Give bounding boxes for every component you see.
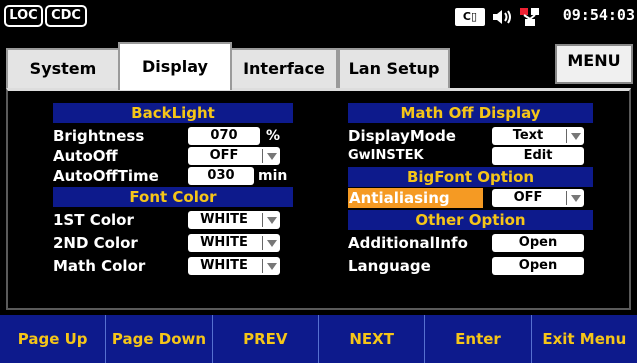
status-bar: LOC CDC C▯ 09:54:03 [0,0,637,38]
antialiasing-value: OFF [513,190,543,205]
menu-button[interactable]: MENU [555,44,633,84]
displaymode-dropdown[interactable]: Text [492,127,584,145]
brightness-label: Brightness [53,127,145,145]
additionalinfo-label: AdditionalInfo [348,234,468,252]
page-down-button[interactable]: Page Down [106,315,213,363]
gwinstek-edit-button[interactable]: Edit [492,147,584,165]
tab-interface[interactable]: Interface [230,48,338,88]
tab-lan-setup[interactable]: Lan Setup [338,48,450,88]
color1-dropdown[interactable]: WHITE [188,211,280,229]
next-button[interactable]: NEXT [319,315,426,363]
backlight-header: BackLight [53,103,293,123]
speaker-icon [493,10,511,24]
font-color-header: Font Color [53,187,293,207]
chevron-down-icon [264,147,280,165]
autooff-value: OFF [209,148,239,163]
tab-display[interactable]: Display [118,42,232,90]
color1-label: 1ST Color [53,211,134,229]
enter-button[interactable]: Enter [425,315,532,363]
chevron-down-icon [264,211,280,229]
other-option-header: Other Option [348,210,593,230]
softkey-bar: Page Up Page Down PREV NEXT Enter Exit M… [0,315,637,363]
page-up-button[interactable]: Page Up [0,315,107,363]
clock: 09:54:03 [562,6,635,24]
loc-indicator: LOC [4,5,43,27]
tab-system[interactable]: System [6,48,120,88]
status-icons: C▯ [455,6,541,28]
displaymode-value: Text [512,128,544,143]
additionalinfo-open-button[interactable]: Open [492,234,584,252]
autooff-label: AutoOff [53,147,118,165]
cdc-indicator: CDC [45,5,87,27]
brightness-unit: % [266,128,281,144]
autoofftime-field[interactable]: 030 [188,167,254,185]
color1-value: WHITE [200,212,248,227]
display-settings-panel: BackLight Brightness 070 % AutoOff OFF A… [6,88,631,310]
tab-strip: System Display Interface Lan Setup MENU [0,38,637,90]
autoofftime-unit: min [258,168,288,184]
mathcolor-value: WHITE [200,258,248,273]
language-label: Language [348,257,431,275]
brightness-field[interactable]: 070 [188,127,260,145]
chevron-down-icon [264,257,280,275]
color2-value: WHITE [200,235,248,250]
antialiasing-label: Antialiasing [349,189,450,207]
color2-label: 2ND Color [53,234,138,252]
chevron-down-icon [568,189,584,207]
autoofftime-label: AutoOffTime [53,167,159,185]
math-off-display-header: Math Off Display [348,103,593,123]
prev-button[interactable]: PREV [213,315,319,363]
chevron-down-icon [264,234,280,252]
mathcolor-dropdown[interactable]: WHITE [188,257,280,275]
gwinstek-label: GwINSTEK [348,148,424,163]
autooff-dropdown[interactable]: OFF [188,147,280,165]
network-icon [520,8,539,26]
bigfont-option-header: BigFont Option [348,167,593,187]
displaymode-label: DisplayMode [348,127,456,145]
card-icon: C▯ [455,8,485,26]
chevron-down-icon [568,127,584,145]
color2-dropdown[interactable]: WHITE [188,234,280,252]
exit-menu-button[interactable]: Exit Menu [532,315,637,363]
antialiasing-dropdown[interactable]: OFF [492,189,584,207]
mathcolor-label: Math Color [53,257,146,275]
language-open-button[interactable]: Open [492,257,584,275]
